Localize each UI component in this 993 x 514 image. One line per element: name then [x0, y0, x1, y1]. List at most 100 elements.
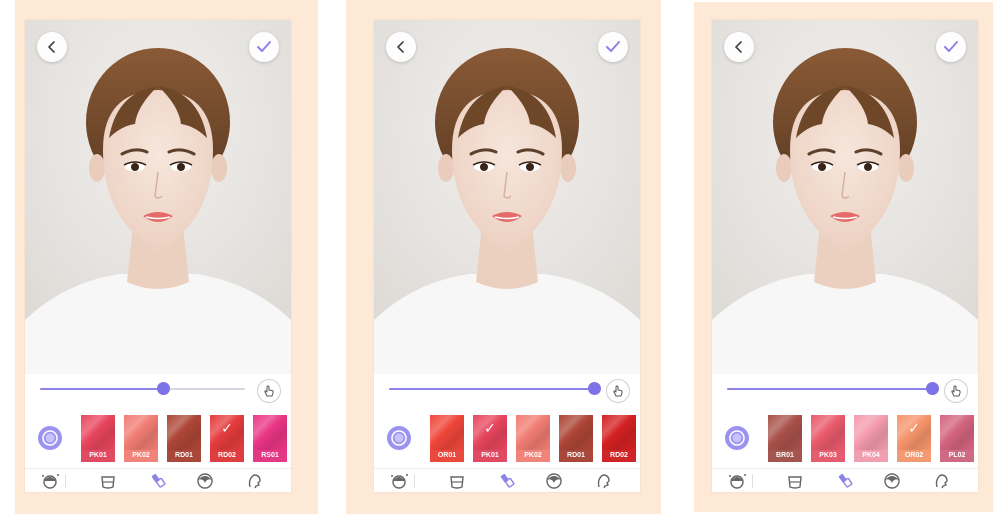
- lipstick-swatch[interactable]: RD01: [559, 415, 593, 462]
- check-icon: [944, 41, 958, 52]
- intensity-slider[interactable]: [389, 382, 601, 395]
- swatch-texture: [559, 415, 593, 450]
- lipstick-swatch[interactable]: RD02: [602, 415, 636, 462]
- tab-separator: [414, 474, 415, 488]
- lipstick-swatch[interactable]: BR01: [768, 415, 802, 462]
- tab-lipstick[interactable]: [495, 471, 517, 491]
- lipstick-swatch[interactable]: ✓ OR02: [897, 415, 931, 462]
- category-tabbar: [25, 469, 291, 492]
- swatch-texture: [854, 415, 888, 450]
- tab-hair[interactable]: [881, 471, 903, 491]
- tab-face-beauty[interactable]: [726, 471, 748, 491]
- tab-hairstyle[interactable]: [930, 471, 952, 491]
- lipstick-swatch[interactable]: PK01: [81, 415, 115, 462]
- lipstick-swatch[interactable]: OR01: [430, 415, 464, 462]
- selected-check-icon: ✓: [908, 421, 920, 437]
- tab-hairstyle[interactable]: [243, 471, 265, 491]
- lipstick-icon: [151, 473, 166, 488]
- compare-button[interactable]: [387, 426, 411, 450]
- profile-icon: [597, 474, 610, 489]
- swatch-texture: [602, 415, 636, 450]
- touch-edit-button[interactable]: [257, 379, 281, 403]
- lipstick-swatch[interactable]: PK02: [516, 415, 550, 462]
- hair-icon: [884, 473, 900, 489]
- face-sparkle-icon: [729, 474, 746, 489]
- tab-foundation[interactable]: [97, 471, 119, 491]
- chevron-left-icon: [397, 41, 404, 53]
- swatch-code: PK02: [124, 450, 158, 462]
- done-button[interactable]: [936, 32, 966, 62]
- tab-separator: [65, 474, 66, 488]
- tab-hair[interactable]: [194, 471, 216, 491]
- slider-thumb[interactable]: [157, 382, 170, 395]
- category-tabbar: [374, 469, 640, 492]
- makeup-screen-2: OR01 ✓ PK01 PK02 RD01 RD02: [374, 20, 640, 492]
- back-button[interactable]: [386, 32, 416, 62]
- makeup-controls: BR01 PK03 PK04 ✓ OR02 PL02: [712, 374, 978, 492]
- compare-button[interactable]: [38, 426, 62, 450]
- slider-thumb[interactable]: [926, 382, 939, 395]
- slider-fill: [727, 388, 932, 390]
- swatch-texture: [516, 415, 550, 450]
- selected-check-icon: ✓: [484, 421, 496, 437]
- tab-face-beauty[interactable]: [388, 471, 410, 491]
- swatch-code: RS01: [253, 450, 287, 462]
- tab-hair[interactable]: [543, 471, 565, 491]
- hair-icon: [546, 473, 562, 489]
- face-photo: [374, 20, 640, 374]
- lipstick-swatch[interactable]: RS01: [253, 415, 287, 462]
- face-sparkle-icon: [42, 474, 59, 489]
- selected-check-icon: ✓: [221, 421, 233, 437]
- tab-lipstick[interactable]: [146, 471, 168, 491]
- foundation-icon: [101, 476, 115, 489]
- swatch-code: RD02: [210, 450, 244, 462]
- tab-face-beauty[interactable]: [39, 471, 61, 491]
- makeup-controls: PK01 PK02 RD01 ✓ RD02 RS01: [25, 374, 291, 492]
- swatch-code: OR02: [897, 450, 931, 462]
- chevron-left-icon: [735, 41, 742, 53]
- compare-button[interactable]: [725, 426, 749, 450]
- tab-lipstick[interactable]: [833, 471, 855, 491]
- swatch-texture: [768, 415, 802, 450]
- hand-tap-icon: [951, 385, 961, 397]
- swatch-texture: [253, 415, 287, 450]
- swatch-texture: [430, 415, 464, 450]
- slider-thumb[interactable]: [588, 382, 601, 395]
- face-photo: [25, 20, 291, 374]
- lipstick-swatch[interactable]: ✓ RD02: [210, 415, 244, 462]
- swatch-code: PK01: [81, 450, 115, 462]
- touch-edit-button[interactable]: [944, 379, 968, 403]
- swatch-code: PK01: [473, 450, 507, 462]
- lipstick-icon: [838, 473, 853, 488]
- face-sparkle-icon: [391, 474, 408, 489]
- done-button[interactable]: [249, 32, 279, 62]
- back-button[interactable]: [724, 32, 754, 62]
- lipstick-swatch[interactable]: PK04: [854, 415, 888, 462]
- lipstick-icon: [500, 473, 515, 488]
- lipstick-swatch[interactable]: ✓ PK01: [473, 415, 507, 462]
- compare-icon: [729, 430, 745, 446]
- lipstick-swatch[interactable]: RD01: [167, 415, 201, 462]
- swatch-texture: [124, 415, 158, 450]
- tab-foundation[interactable]: [446, 471, 468, 491]
- lipstick-swatch[interactable]: PL02: [940, 415, 974, 462]
- slider-fill: [389, 388, 594, 390]
- back-button[interactable]: [37, 32, 67, 62]
- lipstick-swatch[interactable]: PK03: [811, 415, 845, 462]
- intensity-slider[interactable]: [40, 382, 245, 395]
- intensity-slider[interactable]: [727, 382, 939, 395]
- tab-foundation[interactable]: [784, 471, 806, 491]
- hand-tap-icon: [264, 385, 274, 397]
- chevron-left-icon: [48, 41, 55, 53]
- tab-hairstyle[interactable]: [592, 471, 614, 491]
- done-button[interactable]: [598, 32, 628, 62]
- face-photo: [712, 20, 978, 374]
- makeup-screen-3: BR01 PK03 PK04 ✓ OR02 PL02: [712, 20, 978, 492]
- touch-edit-button[interactable]: [606, 379, 630, 403]
- lipstick-swatch[interactable]: PK02: [124, 415, 158, 462]
- foundation-icon: [450, 476, 464, 489]
- tab-separator: [752, 474, 753, 488]
- check-icon: [606, 41, 620, 52]
- swatch-code: RD01: [167, 450, 201, 462]
- makeup-screen-1: PK01 PK02 RD01 ✓ RD02 RS01: [25, 20, 291, 492]
